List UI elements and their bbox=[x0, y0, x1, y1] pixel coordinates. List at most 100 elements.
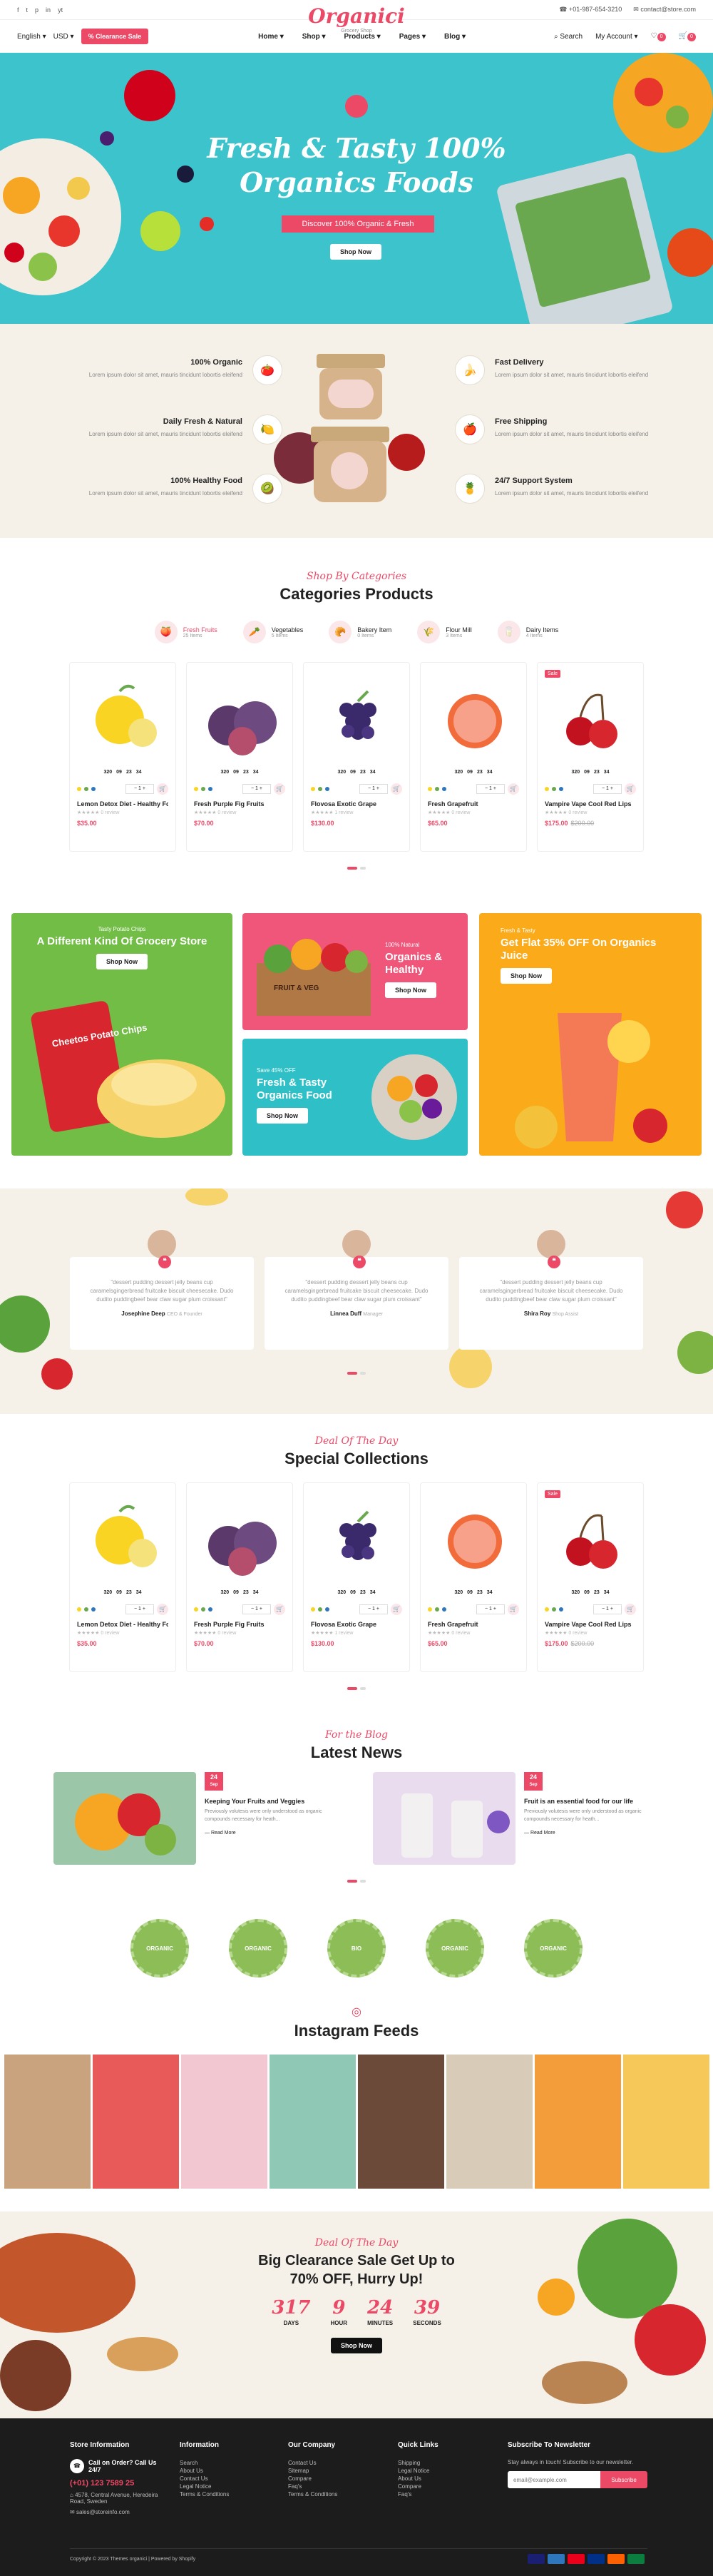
product-name[interactable]: Flovosa Exotic Grape bbox=[311, 1621, 402, 1628]
news-post-title[interactable]: Keeping Your Fruits and Veggies bbox=[205, 1798, 340, 1805]
linkedin-icon[interactable]: in bbox=[46, 6, 51, 14]
color-swatch[interactable] bbox=[545, 1607, 549, 1612]
product-image[interactable] bbox=[311, 670, 402, 770]
product-card[interactable]: Sale 320 09 23 34 − 1 + 🛒 Vampire Vape Cool Red… bbox=[537, 662, 644, 852]
footer-link[interactable]: Faq's bbox=[288, 2483, 337, 2490]
color-swatch[interactable] bbox=[318, 787, 322, 791]
instagram-post[interactable] bbox=[446, 2055, 533, 2189]
add-to-cart-icon[interactable]: 🛒 bbox=[274, 783, 285, 795]
category-tab-bakery[interactable]: 🥐 Bakery Item 0 Items bbox=[329, 621, 391, 643]
color-swatch[interactable] bbox=[545, 787, 549, 791]
product-card[interactable]: 320 09 23 34 − 1 + 🛒 Lemon Detox Diet - Health… bbox=[69, 1482, 176, 1672]
footer-link[interactable]: Contact Us bbox=[288, 2459, 337, 2467]
footer-email[interactable]: ✉ sales@storeinfo.com bbox=[70, 2509, 170, 2515]
product-card[interactable]: 320 09 23 34 − 1 + 🛒 Fresh Grapefruit ★★★★★ 0 r… bbox=[420, 1482, 527, 1672]
add-to-cart-icon[interactable]: 🛒 bbox=[391, 1604, 402, 1615]
product-image[interactable] bbox=[194, 670, 285, 770]
product-card[interactable]: 320 09 23 34 − 1 + 🛒 Fresh Purple Fig Fruits ★★… bbox=[186, 662, 293, 852]
add-to-cart-icon[interactable]: 🛒 bbox=[157, 783, 168, 795]
color-swatch[interactable] bbox=[77, 787, 81, 791]
color-swatch[interactable] bbox=[91, 1607, 96, 1612]
category-tab-dairy[interactable]: 🥛 Dairy Items 4 Items bbox=[497, 621, 558, 643]
product-image[interactable] bbox=[77, 670, 168, 770]
quantity-stepper[interactable]: − 1 + bbox=[242, 1604, 271, 1614]
facebook-icon[interactable]: f bbox=[17, 6, 19, 14]
color-swatch[interactable] bbox=[208, 787, 212, 791]
color-swatch[interactable] bbox=[194, 787, 198, 791]
product-name[interactable]: Fresh Grapefruit bbox=[428, 1621, 519, 1628]
footer-link[interactable]: Legal Notice bbox=[398, 2467, 438, 2475]
color-swatch[interactable] bbox=[77, 1607, 81, 1612]
search-button[interactable]: ⌕ Search bbox=[554, 33, 583, 41]
product-image[interactable] bbox=[428, 1490, 519, 1590]
footer-link[interactable]: Sitemap bbox=[288, 2467, 337, 2475]
product-name[interactable]: Fresh Grapefruit bbox=[428, 800, 519, 808]
news-card[interactable]: 24 Sep Fruit is an essential food for our… bbox=[373, 1772, 660, 1865]
color-swatch[interactable] bbox=[208, 1607, 212, 1612]
footer-link[interactable]: Compare bbox=[398, 2483, 438, 2490]
color-swatch[interactable] bbox=[428, 1607, 432, 1612]
color-swatch[interactable] bbox=[552, 787, 556, 791]
footer-link[interactable]: Shipping bbox=[398, 2459, 438, 2467]
pinterest-icon[interactable]: p bbox=[35, 6, 39, 14]
color-swatch[interactable] bbox=[442, 787, 446, 791]
quantity-stepper[interactable]: − 1 + bbox=[593, 784, 622, 794]
color-swatch[interactable] bbox=[84, 1607, 88, 1612]
menu-blog[interactable]: Blog ▾ bbox=[444, 33, 466, 41]
category-tab-vegetables[interactable]: 🥕 Vegetables 5 Items bbox=[242, 621, 303, 643]
quantity-stepper[interactable]: − 1 + bbox=[593, 1604, 622, 1614]
color-swatch[interactable] bbox=[318, 1607, 322, 1612]
hero-shop-button[interactable]: Shop Now bbox=[330, 244, 381, 260]
color-swatch[interactable] bbox=[552, 1607, 556, 1612]
product-card[interactable]: 320 09 23 34 − 1 + 🛒 Fresh Grapefruit ★★★★★ 0 r… bbox=[420, 662, 527, 852]
product-image[interactable] bbox=[311, 1490, 402, 1590]
footer-phone[interactable]: (+01) 123 7589 25 bbox=[70, 2479, 170, 2488]
color-swatch[interactable] bbox=[311, 1607, 315, 1612]
color-swatch[interactable] bbox=[91, 787, 96, 791]
color-swatch[interactable] bbox=[201, 1607, 205, 1612]
language-select[interactable]: English ▾ bbox=[17, 33, 46, 41]
read-more-link[interactable]: — Read More bbox=[524, 1831, 660, 1836]
color-swatch[interactable] bbox=[325, 787, 329, 791]
email-contact[interactable]: ✉ contact@store.com bbox=[633, 6, 696, 14]
banner-healthy-button[interactable]: Shop Now bbox=[385, 982, 436, 998]
news-post-title[interactable]: Fruit is an essential food for our life bbox=[524, 1798, 660, 1805]
product-card[interactable]: Sale 320 09 23 34 − 1 + 🛒 Vampire Vape Cool Red… bbox=[537, 1482, 644, 1672]
quantity-stepper[interactable]: − 1 + bbox=[125, 1604, 154, 1614]
banner-tasty-button[interactable]: Shop Now bbox=[257, 1108, 308, 1124]
color-swatch[interactable] bbox=[194, 1607, 198, 1612]
instagram-post[interactable] bbox=[269, 2055, 356, 2189]
carousel-dots[interactable] bbox=[0, 860, 713, 873]
quantity-stepper[interactable]: − 1 + bbox=[476, 1604, 505, 1614]
banner-healthy[interactable]: FRUIT & VEG 100% Natural Organics & Heal… bbox=[242, 913, 468, 1030]
product-image[interactable] bbox=[545, 1490, 636, 1590]
youtube-icon[interactable]: yt bbox=[58, 6, 63, 14]
add-to-cart-icon[interactable]: 🛒 bbox=[625, 783, 636, 795]
footer-link[interactable]: Terms & Conditions bbox=[180, 2490, 229, 2498]
phone-contact[interactable]: ☎ +01-987-654-3210 bbox=[559, 6, 622, 14]
category-tab-flour[interactable]: 🌾 Flour Mill 3 Items bbox=[417, 621, 472, 643]
product-name[interactable]: Lemon Detox Diet - Healthy Fo... bbox=[77, 800, 168, 808]
quantity-stepper[interactable]: − 1 + bbox=[359, 1604, 388, 1614]
add-to-cart-icon[interactable]: 🛒 bbox=[157, 1604, 168, 1615]
add-to-cart-icon[interactable]: 🛒 bbox=[274, 1604, 285, 1615]
color-swatch[interactable] bbox=[559, 787, 563, 791]
banner-juice[interactable]: Fresh & Tasty Get Flat 35% OFF On Organi… bbox=[479, 913, 702, 1156]
footer-link[interactable]: Compare bbox=[288, 2475, 337, 2483]
menu-home[interactable]: Home ▾ bbox=[258, 33, 284, 41]
product-image[interactable] bbox=[194, 1490, 285, 1590]
color-swatch[interactable] bbox=[311, 787, 315, 791]
color-swatch[interactable] bbox=[201, 787, 205, 791]
add-to-cart-icon[interactable]: 🛒 bbox=[508, 783, 519, 795]
product-name[interactable]: Fresh Purple Fig Fruits bbox=[194, 1621, 285, 1628]
newsletter-email-input[interactable] bbox=[508, 2471, 600, 2488]
news-dots[interactable] bbox=[0, 1873, 713, 1886]
color-swatch[interactable] bbox=[442, 1607, 446, 1612]
instagram-post[interactable] bbox=[92, 2055, 179, 2189]
news-card[interactable]: 24 Sep Keeping Your Fruits and Veggies Pr… bbox=[53, 1772, 340, 1865]
footer-link[interactable]: Contact Us bbox=[180, 2475, 229, 2483]
product-card[interactable]: 320 09 23 34 − 1 + 🛒 Flovosa Exotic Grape ★★★★★… bbox=[303, 662, 410, 852]
banner-tasty[interactable]: Save 45% OFF Fresh & Tasty Organics Food… bbox=[242, 1039, 468, 1156]
deal-shop-button[interactable]: Shop Now bbox=[331, 2338, 382, 2353]
instagram-post[interactable] bbox=[534, 2055, 621, 2189]
